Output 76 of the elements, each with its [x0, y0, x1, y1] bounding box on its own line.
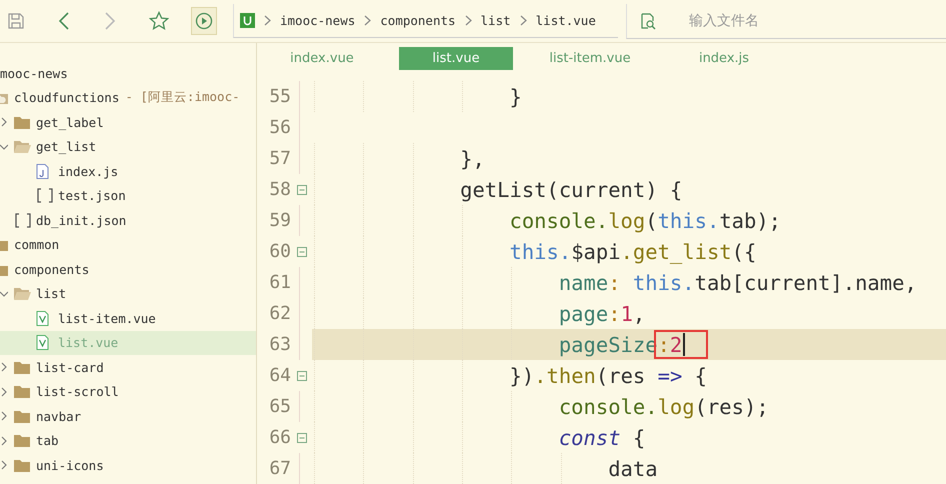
- line-number: 62: [268, 303, 291, 324]
- open-folder-icon: [14, 287, 31, 300]
- breadcrumb-item[interactable]: components: [380, 13, 456, 28]
- breadcrumb-item[interactable]: list.vue: [536, 13, 596, 28]
- chevron-icon[interactable]: [0, 460, 8, 470]
- line-number: 58: [268, 179, 291, 200]
- chevron-icon[interactable]: [0, 362, 8, 372]
- code-line: name: this.tab[current].name,: [558, 270, 917, 296]
- tree-item[interactable]: get_list: [0, 134, 256, 159]
- chevron-icon: [264, 15, 271, 26]
- code-line: data: [607, 456, 658, 482]
- fold-icon[interactable]: [296, 432, 306, 442]
- line-number: 63: [268, 334, 291, 355]
- tree-item[interactable]: navbar: [0, 404, 256, 428]
- chevron-icon[interactable]: [0, 142, 8, 152]
- tree-item[interactable]: common: [0, 232, 256, 257]
- line-number: 67: [268, 458, 291, 479]
- code-line: console.log(res);: [558, 394, 769, 420]
- line-number: 59: [268, 210, 291, 231]
- brackets-icon: [14, 212, 32, 228]
- fold-icon[interactable]: [296, 370, 306, 380]
- line-number: 61: [268, 272, 291, 293]
- line-number: 65: [268, 396, 291, 417]
- fold-icon[interactable]: [296, 246, 306, 256]
- chevron-icon: [520, 15, 527, 26]
- code-line: this.$api.get_list({: [508, 238, 756, 264]
- tree-item[interactable]: test.json: [0, 184, 256, 208]
- code-line: page:1,: [558, 300, 646, 326]
- search-field[interactable]: 输入文件名: [689, 10, 889, 30]
- tree-item[interactable]: mooc-news: [0, 61, 256, 86]
- tree-item[interactable]: list-card: [0, 355, 256, 380]
- back-icon[interactable]: [57, 11, 71, 31]
- breadcrumb-item[interactable]: imooc-news: [280, 13, 356, 28]
- project-icon: [240, 13, 255, 28]
- code-line: }: [508, 84, 522, 110]
- tree-item[interactable]: index.js: [0, 159, 256, 184]
- open-folder-icon: [14, 140, 31, 154]
- line-number: 57: [268, 148, 291, 169]
- breadcrumb-item[interactable]: list: [480, 13, 511, 28]
- line-number: 56: [268, 117, 291, 138]
- js-file-icon: [36, 164, 49, 179]
- code-line: console.log(this.tab);: [508, 208, 782, 234]
- fold-icon[interactable]: [296, 184, 306, 194]
- tree-item[interactable]: list-scroll: [0, 380, 256, 404]
- chevron-icon[interactable]: [0, 386, 8, 397]
- code-line: getList(current) {: [459, 176, 682, 202]
- tree-item[interactable]: tab: [0, 428, 256, 453]
- tree-item[interactable]: components: [0, 257, 256, 282]
- run-button[interactable]: [191, 7, 217, 35]
- cloud-note: - [阿里云:imooc-: [125, 89, 240, 106]
- tree-item[interactable]: db_init.json: [0, 208, 256, 232]
- line-number: 66: [268, 427, 291, 448]
- line-number: 55: [268, 86, 291, 107]
- tree-item[interactable]: list-item.vue: [0, 306, 256, 330]
- brackets-icon: [36, 188, 54, 204]
- star-icon[interactable]: [149, 11, 169, 31]
- tree-item[interactable]: uni-icons: [0, 453, 256, 478]
- chevron-icon[interactable]: [0, 288, 8, 299]
- chevron-icon[interactable]: [0, 411, 8, 422]
- tree-item[interactable]: list: [0, 282, 256, 306]
- chevron-icon[interactable]: [0, 436, 8, 446]
- line-number: 64: [268, 365, 291, 386]
- save-icon[interactable]: [7, 12, 25, 30]
- code-line: },: [459, 146, 485, 172]
- tree-item[interactable]: get_label: [0, 110, 256, 134]
- chevron-icon[interactable]: [0, 117, 8, 128]
- code-line: const {: [558, 424, 646, 450]
- code-line: }).then(res => {: [508, 362, 707, 388]
- chevron-icon: [364, 15, 372, 26]
- line-number: 60: [268, 241, 291, 262]
- text-cursor: [683, 333, 686, 356]
- vue-file-icon: [36, 335, 49, 350]
- search-icon[interactable]: [639, 12, 657, 30]
- vue-file-icon: [36, 310, 49, 326]
- chevron-icon: [464, 15, 472, 26]
- tree-item[interactable]: cloudfunctions - [阿里云:imooc-: [0, 86, 256, 110]
